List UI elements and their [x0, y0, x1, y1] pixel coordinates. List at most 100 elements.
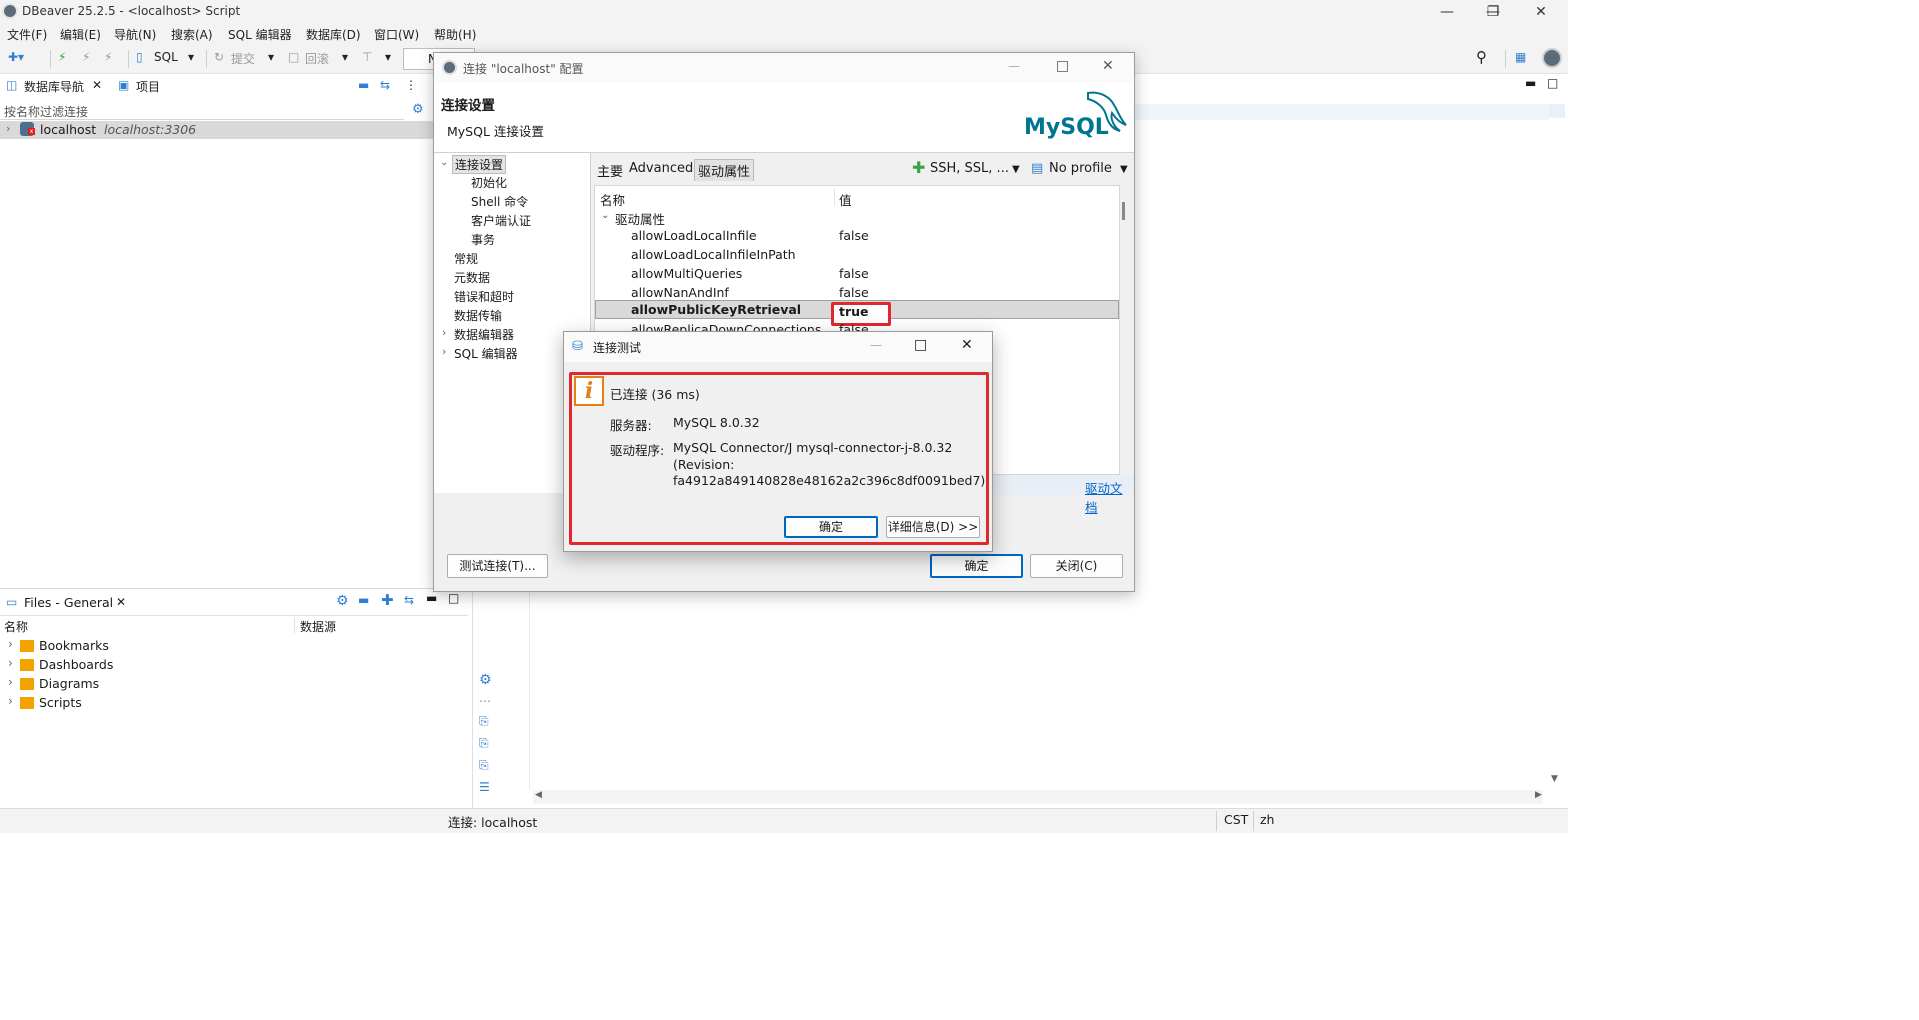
tree-data-transfer[interactable]: 数据传输 — [454, 307, 502, 324]
transaction-dropdown-icon[interactable]: ▾ — [385, 50, 391, 64]
sql-editor-icon[interactable]: ▯ — [136, 50, 143, 64]
add-icon[interactable]: ✚ — [912, 158, 925, 177]
expand-chevron-icon[interactable]: › — [6, 122, 10, 135]
property-value[interactable]: false — [839, 285, 869, 300]
expand-chevron-icon[interactable]: › — [442, 345, 446, 358]
collapse-chevron-icon[interactable]: ⌄ — [440, 157, 448, 168]
test-dialog-maximize-icon[interactable]: □ — [914, 337, 927, 353]
expand-chevron-icon[interactable]: › — [8, 637, 13, 651]
connection-filter-input[interactable]: 按名称过滤连接 — [0, 100, 404, 120]
menu-file[interactable]: 文件(F) — [7, 26, 47, 43]
horizontal-scrollbar[interactable] — [533, 790, 1543, 804]
tab-driver-properties[interactable]: 驱动属性 — [694, 159, 755, 181]
restore-icon[interactable]: ❐ — [1478, 2, 1508, 22]
minimize-button[interactable]: — — [1432, 2, 1462, 22]
editor-settings-icon[interactable]: ⚙ — [479, 672, 492, 688]
tree-connection-settings[interactable]: 连接设置 — [452, 155, 507, 174]
expand-chevron-icon[interactable]: › — [8, 656, 13, 670]
settings-gear-icon[interactable]: ⚙ — [336, 593, 349, 609]
execute-script-icon[interactable]: ⎘ — [479, 714, 489, 729]
close-icon[interactable]: ✕ — [1526, 2, 1556, 22]
ssh-dropdown-icon[interactable]: ▼ — [1012, 164, 1020, 175]
test-dialog-minimize-icon[interactable]: — — [870, 338, 882, 352]
profile-selector[interactable]: No profile — [1049, 161, 1112, 176]
scroll-down-icon[interactable]: ▼ — [1551, 774, 1558, 784]
transaction-mode-icon[interactable]: ⊤ — [362, 50, 372, 64]
list-item[interactable]: › Bookmarks — [0, 637, 468, 656]
list-item[interactable]: › Diagrams — [0, 675, 468, 694]
dialog-minimize-icon[interactable]: — — [1008, 59, 1020, 73]
search-icon[interactable]: ⚲ — [1476, 48, 1487, 66]
property-value[interactable]: false — [839, 228, 869, 243]
perspective-icon[interactable]: ▦ — [1515, 50, 1526, 64]
tab-db-navigator[interactable]: 数据库导航 — [24, 78, 84, 95]
tab-projects[interactable]: 项目 — [136, 78, 160, 95]
minimize-editor-icon[interactable]: ▬ — [1525, 76, 1536, 90]
property-value[interactable]: true — [839, 304, 869, 319]
commit-icon[interactable]: ↻ — [214, 50, 224, 64]
export-icon[interactable]: ⎘ — [479, 736, 489, 751]
ok-button[interactable]: 确定 — [930, 554, 1023, 578]
menu-edit[interactable]: 编辑(E) — [60, 26, 101, 43]
ssh-ssl-button[interactable]: SSH, SSL, ... — [930, 161, 1009, 176]
link-icon[interactable]: ⇆ — [404, 593, 414, 607]
list-item[interactable]: › Scripts — [0, 694, 468, 713]
group-collapse-icon[interactable]: ⌄ — [601, 210, 609, 221]
tree-data-editor[interactable]: 数据编辑器 — [454, 326, 514, 343]
property-value[interactable]: false — [839, 266, 869, 281]
commit-dropdown-icon[interactable]: ▾ — [268, 50, 274, 64]
maximize-editor-icon[interactable]: □ — [1547, 76, 1558, 90]
dbeaver-perspective-icon[interactable] — [1542, 48, 1562, 68]
details-button[interactable]: 详细信息(D) >> — [886, 516, 980, 538]
sql-button[interactable]: SQL — [154, 50, 178, 64]
minimize-panel-icon[interactable]: ▬ — [426, 591, 437, 605]
menu-help[interactable]: 帮助(H) — [434, 26, 476, 43]
menu-navigate[interactable]: 导航(N) — [114, 26, 156, 43]
scroll-right-icon[interactable]: ▶ — [1535, 790, 1542, 800]
expand-chevron-icon[interactable]: › — [8, 694, 13, 708]
link-editor-icon[interactable]: ⇆ — [380, 78, 390, 92]
expand-chevron-icon[interactable]: › — [8, 675, 13, 689]
scroll-left-icon[interactable]: ◀ — [535, 790, 542, 800]
add-icon[interactable]: ✚ — [381, 591, 394, 609]
collapse-icon[interactable]: ▬ — [358, 593, 369, 607]
filter-settings-icon[interactable]: ⚙ — [412, 102, 424, 117]
driver-docs-link[interactable]: 驱动文档 — [1085, 478, 1134, 516]
more-icon[interactable]: ⋯ — [479, 694, 491, 708]
tree-sql-editor[interactable]: SQL 编辑器 — [454, 345, 518, 362]
connect-icon[interactable]: ⚡ — [58, 50, 66, 64]
tab-advanced[interactable]: Advanced — [629, 161, 693, 176]
commit-button[interactable]: 提交 — [231, 50, 255, 67]
sql-dropdown-icon[interactable]: ▾ — [188, 50, 194, 64]
tree-general[interactable]: 常规 — [454, 250, 478, 267]
tab-main[interactable]: 主要 — [597, 161, 623, 180]
status-timezone[interactable]: CST — [1224, 812, 1248, 827]
tree-init[interactable]: 初始化 — [471, 174, 507, 191]
menu-search[interactable]: 搜索(A) — [171, 26, 213, 43]
close-files-tab-icon[interactable]: ✕ — [116, 595, 126, 609]
status-locale[interactable]: zh — [1260, 812, 1274, 827]
profile-dropdown-icon[interactable]: ▼ — [1120, 164, 1128, 175]
close-tab-icon[interactable]: ✕ — [92, 78, 102, 92]
invalidate-icon[interactable]: ⚡ — [104, 50, 112, 64]
view-menu-icon[interactable]: ⋮ — [405, 78, 417, 92]
rollback-icon[interactable]: □ — [288, 50, 299, 64]
tree-errors-timeouts[interactable]: 错误和超时 — [454, 288, 514, 305]
rollback-dropdown-icon[interactable]: ▾ — [342, 50, 348, 64]
menu-database[interactable]: 数据库(D) — [306, 26, 361, 43]
connection-row[interactable]: › x localhost localhost:3306 — [0, 121, 433, 139]
explain-icon[interactable]: ⎘ — [479, 758, 489, 773]
tree-transactions[interactable]: 事务 — [471, 231, 495, 248]
tree-metadata[interactable]: 元数据 — [454, 269, 490, 286]
collapse-all-icon[interactable]: ▬ — [358, 78, 369, 92]
list-item[interactable]: › Dashboards — [0, 656, 468, 675]
tree-shell-commands[interactable]: Shell 命令 — [471, 193, 528, 210]
dialog-close-icon[interactable]: ✕ — [1102, 58, 1114, 74]
test-dialog-close-icon[interactable]: ✕ — [961, 337, 973, 353]
rollback-button[interactable]: 回滚 — [305, 50, 329, 67]
test-ok-button[interactable]: 确定 — [784, 516, 878, 538]
maximize-panel-icon[interactable]: □ — [448, 591, 459, 605]
close-button[interactable]: 关闭(C) — [1030, 554, 1123, 578]
tree-client-auth[interactable]: 客户端认证 — [471, 212, 531, 229]
disconnect-icon[interactable]: ⚡ — [82, 50, 90, 64]
